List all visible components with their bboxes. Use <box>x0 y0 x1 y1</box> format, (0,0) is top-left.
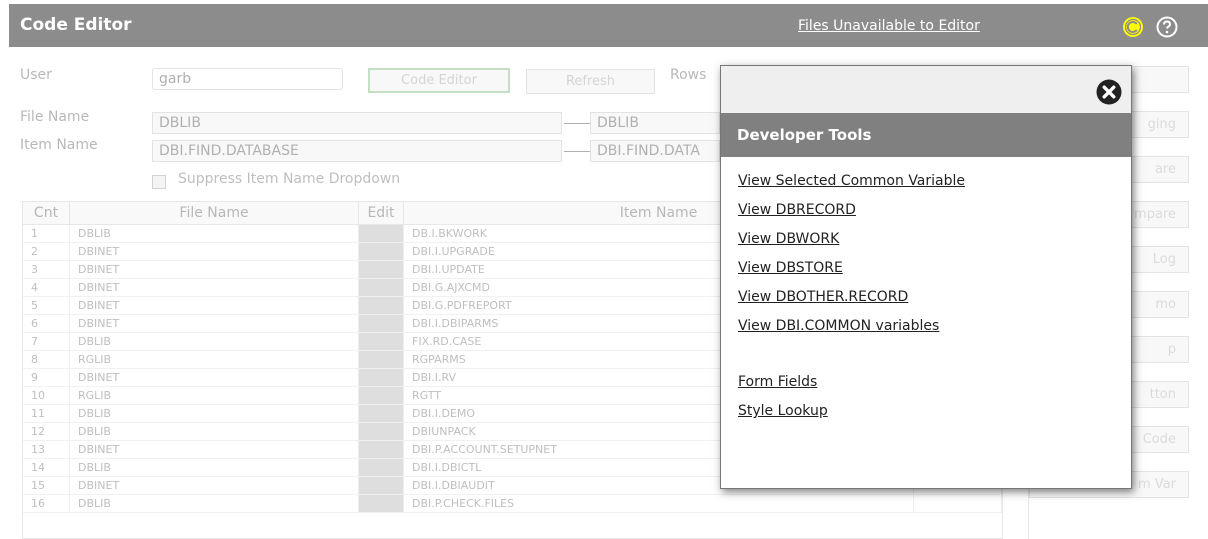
edit-cell[interactable] <box>359 459 404 476</box>
cnt-cell: 4 <box>23 279 70 296</box>
file-name-cell: DBLIB <box>70 459 359 476</box>
cnt-cell: 1 <box>23 225 70 242</box>
edit-cell[interactable] <box>359 261 404 278</box>
header-edit[interactable]: Edit <box>359 202 404 224</box>
file-name-cell: DBINET <box>70 441 359 458</box>
edit-cell[interactable] <box>359 279 404 296</box>
item-name-dropdown[interactable]: DBI.FIND.DATA <box>590 140 720 162</box>
edit-cell[interactable] <box>359 333 404 350</box>
file-name-input[interactable]: DBLIB <box>152 112 562 134</box>
cnt-cell: 2 <box>23 243 70 260</box>
item-name-input[interactable]: DBI.FIND.DATABASE <box>152 140 562 162</box>
cnt-cell: 3 <box>23 261 70 278</box>
dialog-title: Developer Tools <box>737 126 872 144</box>
file-name-cell: DBINET <box>70 315 359 332</box>
dev-tool-link[interactable]: View DBOTHER.RECORD <box>738 289 908 305</box>
file-name-dropdown[interactable]: DBLIB <box>590 112 720 134</box>
edit-cell[interactable] <box>359 477 404 494</box>
item-name-cell: DBI.P.CHECK.FILES <box>404 495 914 512</box>
user-label: User <box>20 67 52 83</box>
dialog-top-bar <box>721 66 1131 113</box>
files-unavailable-link[interactable]: Files Unavailable to Editor <box>798 18 980 34</box>
cnt-cell: 13 <box>23 441 70 458</box>
edit-cell[interactable] <box>359 225 404 242</box>
table-row[interactable]: 16 DBLIB DBI.P.CHECK.FILES <box>23 495 1002 513</box>
edit-cell[interactable] <box>359 243 404 260</box>
cnt-cell: 8 <box>23 351 70 368</box>
file-name-cell: DBLIB <box>70 495 359 512</box>
file-name-cell: RGLIB <box>70 387 359 404</box>
cnt-cell: 16 <box>23 495 70 512</box>
edit-cell[interactable] <box>359 369 404 386</box>
file-name-cell: DBLIB <box>70 333 359 350</box>
help-icon[interactable] <box>1156 16 1178 38</box>
file-name-cell: DBINET <box>70 297 359 314</box>
edit-cell[interactable] <box>359 405 404 422</box>
page-title: Code Editor <box>20 15 132 35</box>
edit-cell[interactable] <box>359 297 404 314</box>
item-connector-line <box>564 151 590 152</box>
file-name-label: File Name <box>20 109 90 125</box>
file-name-cell: DBLIB <box>70 405 359 422</box>
file-name-cell: RGLIB <box>70 351 359 368</box>
user-input[interactable]: garb <box>152 68 343 90</box>
edit-cell[interactable] <box>359 351 404 368</box>
file-name-cell: DBLIB <box>70 225 359 242</box>
dev-tool-link[interactable]: View DBI.COMMON variables <box>738 318 939 334</box>
header-cnt[interactable]: Cnt <box>23 202 70 224</box>
edit-cell[interactable] <box>359 387 404 404</box>
suppress-dropdown-label: Suppress Item Name Dropdown <box>178 171 401 187</box>
close-circle-icon[interactable] <box>1096 79 1122 105</box>
developer-tools-dialog: Developer Tools View Selected Common Var… <box>720 65 1132 489</box>
cnt-cell: 14 <box>23 459 70 476</box>
cnt-cell: 10 <box>23 387 70 404</box>
cnt-cell: 5 <box>23 297 70 314</box>
edit-cell[interactable] <box>359 315 404 332</box>
dev-tool-link[interactable]: Style Lookup <box>738 403 828 419</box>
item-name-label: Item Name <box>20 137 98 153</box>
rows-label: Rows <box>670 67 707 83</box>
dev-tool-link[interactable]: View DBRECORD <box>738 202 856 218</box>
cnt-cell: 9 <box>23 369 70 386</box>
code-editor-window: Code Editor Files Unavailable to Editor … <box>9 4 1208 539</box>
cnt-cell: 11 <box>23 405 70 422</box>
file-name-cell: DBINET <box>70 261 359 278</box>
file-name-cell: DBINET <box>70 477 359 494</box>
file-connector-line <box>564 123 590 124</box>
suppress-dropdown-checkbox[interactable] <box>152 175 166 189</box>
dev-tool-link[interactable]: View Selected Common Variable <box>738 173 965 189</box>
c-circle-icon[interactable] <box>1122 16 1144 38</box>
edit-cell[interactable] <box>359 441 404 458</box>
dev-tool-link[interactable]: Form Fields <box>738 374 817 390</box>
dev-tool-link[interactable]: View DBSTORE <box>738 260 843 276</box>
dev-tool-link[interactable]: View DBWORK <box>738 231 839 247</box>
file-name-cell: DBINET <box>70 243 359 260</box>
refresh-button[interactable]: Refresh <box>526 69 655 94</box>
file-name-cell: DBINET <box>70 369 359 386</box>
file-name-cell: DBINET <box>70 279 359 296</box>
cnt-cell: 6 <box>23 315 70 332</box>
cnt-cell: 7 <box>23 333 70 350</box>
file-name-cell: DBLIB <box>70 423 359 440</box>
dialog-header: Developer Tools <box>721 113 1131 157</box>
cnt-cell: 15 <box>23 477 70 494</box>
edit-cell[interactable] <box>359 423 404 440</box>
cnt-cell: 12 <box>23 423 70 440</box>
extra-cell <box>914 495 1002 512</box>
header-file-name[interactable]: File Name <box>70 202 359 224</box>
edit-cell[interactable] <box>359 495 404 512</box>
title-bar: Code Editor Files Unavailable to Editor <box>9 4 1208 47</box>
page-frame: Code Editor Files Unavailable to Editor … <box>0 0 1208 539</box>
code-editor-button[interactable]: Code Editor <box>368 68 510 93</box>
